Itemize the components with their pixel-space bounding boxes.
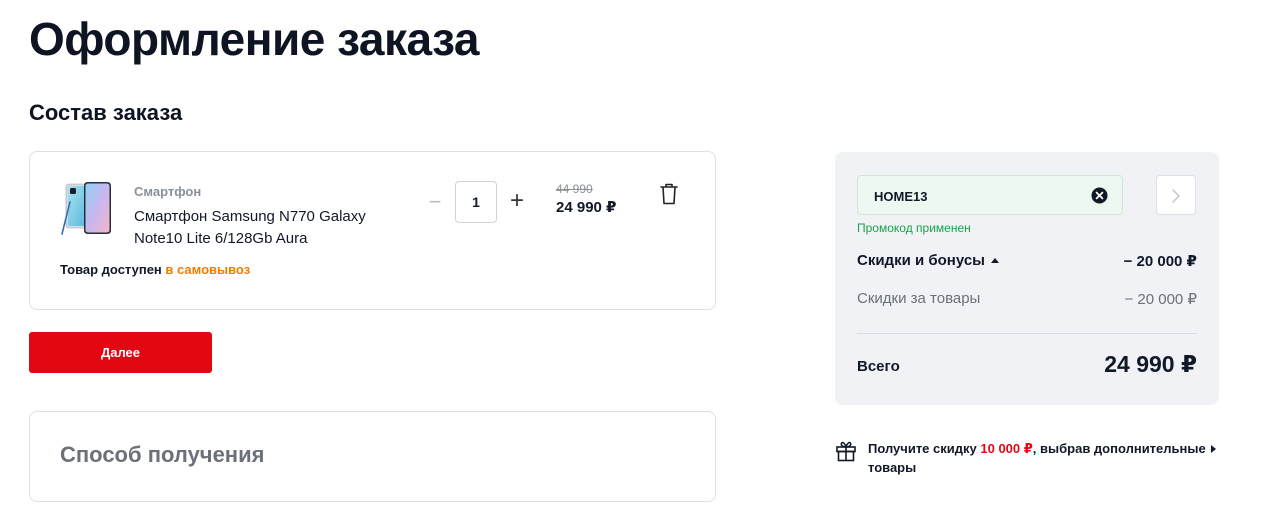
- discounts-value: − 20 000 ₽: [1123, 253, 1197, 270]
- apply-promo-button[interactable]: [1156, 175, 1196, 215]
- promo-status: Промокод применен: [857, 221, 971, 235]
- quantity-increase-button[interactable]: +: [507, 189, 527, 214]
- offer-text-before: Получите скидку: [868, 441, 977, 456]
- availability-info: Товар доступен в самовывоз: [60, 262, 250, 277]
- items-discount-row: Скидки за товары − 20 000 ₽: [857, 290, 1197, 310]
- availability-text: Товар доступен: [60, 262, 162, 277]
- discounts-row[interactable]: Скидки и бонусы − 20 000 ₽: [857, 252, 1197, 272]
- trash-icon[interactable]: [658, 182, 680, 206]
- current-price: 24 990 ₽: [556, 199, 617, 216]
- total-label: Всего: [857, 358, 900, 375]
- promo-code-field: [857, 175, 1123, 215]
- discounts-label[interactable]: Скидки и бонусы: [857, 252, 985, 269]
- quantity-decrease-button[interactable]: −: [426, 191, 444, 214]
- quantity-input[interactable]: [455, 181, 497, 223]
- clear-icon[interactable]: [1091, 187, 1108, 204]
- next-button[interactable]: Далее: [29, 332, 212, 373]
- offer-amount: 10 000 ₽: [980, 441, 1033, 456]
- delivery-method-title: Способ получения: [60, 442, 265, 467]
- total-value: 24 990 ₽: [1104, 351, 1197, 377]
- items-discount-value: − 20 000 ₽: [1124, 291, 1197, 308]
- divider: [857, 333, 1197, 334]
- old-price: 44 990: [556, 182, 593, 196]
- gift-icon: [836, 441, 856, 462]
- pickup-link[interactable]: в самовывоз: [165, 262, 250, 277]
- product-name[interactable]: Смартфон Samsung N770 Galaxy Note10 Lite…: [134, 206, 394, 250]
- product-category: Смартфон: [134, 184, 202, 199]
- caret-right-icon[interactable]: [1211, 445, 1216, 453]
- order-summary-panel: Промокод применен Скидки и бонусы − 20 0…: [835, 152, 1219, 405]
- chevron-right-icon: [1172, 189, 1180, 203]
- delivery-method-card[interactable]: Способ получения: [29, 411, 716, 502]
- caret-up-icon[interactable]: [991, 258, 999, 263]
- offer-text: Получите скидку 10 000 ₽, выбрав дополни…: [868, 439, 1208, 477]
- cart-item-card: Смартфон Смартфон Samsung N770 Galaxy No…: [29, 151, 716, 310]
- additional-items-offer[interactable]: Получите скидку 10 000 ₽, выбрав дополни…: [835, 438, 1219, 478]
- page-title: Оформление заказа: [29, 13, 480, 65]
- items-discount-label: Скидки за товары: [857, 290, 981, 307]
- smartphone-image[interactable]: [60, 180, 118, 238]
- order-section-title: Состав заказа: [29, 100, 183, 125]
- promo-code-input[interactable]: [874, 186, 1094, 206]
